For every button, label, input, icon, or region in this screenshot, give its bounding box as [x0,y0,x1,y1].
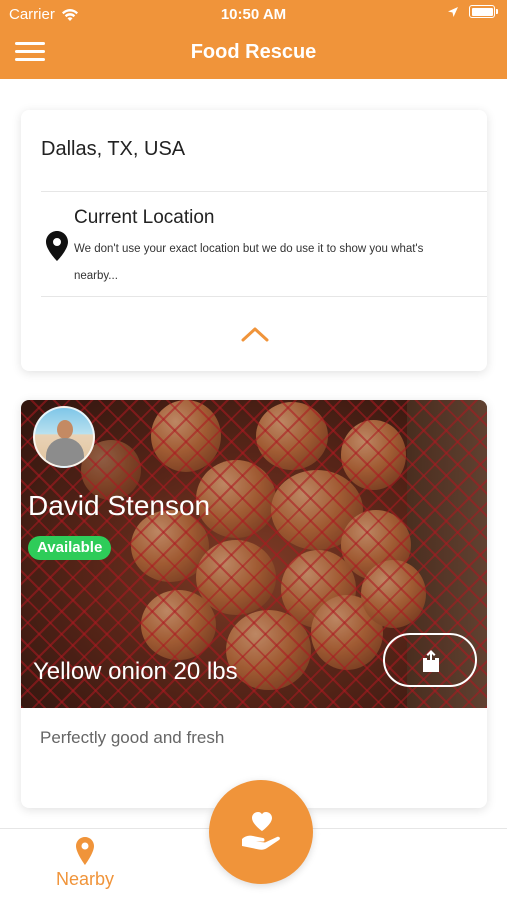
map-pin-icon [46,231,68,261]
app-header: Carrier 10:50 AM Food Rescue [0,0,507,79]
share-icon [423,650,439,672]
heart-hand-icon [242,812,280,850]
tab-nearby[interactable]: Nearby [40,835,130,895]
divider [41,191,487,192]
chevron-up-icon[interactable] [240,323,270,345]
page-title: Food Rescue [190,41,317,63]
status-time: 10:50 AM [220,6,287,23]
donate-button[interactable] [209,780,313,884]
current-location-option[interactable]: Current Location We don't use your exact… [41,195,477,295]
battery-icon [469,5,498,18]
status-bar: Carrier 10:50 AM [0,0,507,28]
current-location-description: We don't use your exact location but we … [74,243,424,282]
current-location-title: Current Location [74,207,215,228]
divider [41,296,487,297]
tab-nearby-label: Nearby [55,869,115,889]
listing-photo: David Stenson Available Yellow onion 20 … [21,400,487,708]
location-arrow-icon [448,6,458,17]
seller-name: David Stenson [28,490,211,521]
item-title: Yellow onion 20 lbs [33,658,238,685]
map-pin-icon [76,837,94,865]
nav-bar: Food Rescue [0,30,507,76]
listing-card[interactable]: David Stenson Available Yellow onion 20 … [21,400,487,808]
status-indicators [447,5,498,18]
share-button[interactable] [383,633,477,687]
avatar[interactable] [33,406,95,468]
location-card: Dallas, TX, USA Current Location We don'… [21,110,487,371]
status-badge: Available [28,536,112,560]
avatar-body [46,438,84,466]
location-field[interactable]: Dallas, TX, USA [41,138,185,161]
item-description: Perfectly good and fresh [40,728,225,747]
avatar-head [57,420,73,439]
